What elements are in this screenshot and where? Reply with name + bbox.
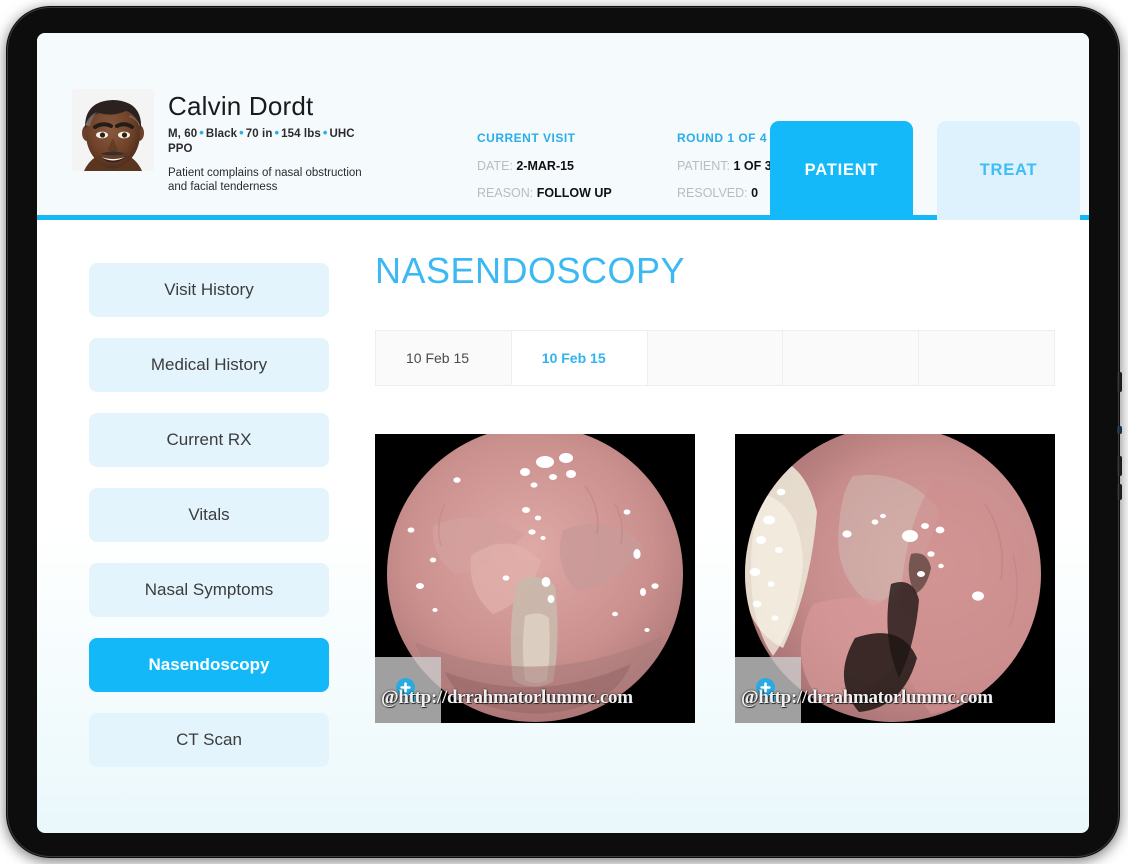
round-resolved-label: RESOLVED: [677,186,752,200]
round-heading-label: ROUND [677,131,724,145]
sidebar-item-ct-scan[interactable]: CT Scan [89,713,329,767]
visit-date-row: DATE: 2-MAR-15 [477,159,612,173]
round-patient-row: PATIENT: 1 OF 3 [677,159,772,173]
sidebar-item-medical-history[interactable]: Medical History [89,338,329,392]
nasendoscopy-image-card-1[interactable]: @http://drrahmatorlummc.com [375,434,695,723]
sidebar-item-visit-history[interactable]: Visit History [89,263,329,317]
app-body: Visit History Medical History Current RX Vi… [37,220,1089,828]
sidebar-item-label: CT Scan [176,730,242,749]
date-tab-2[interactable]: 10 Feb 15 [511,331,648,385]
tablet-screen: Calvin Dordt M, 60 • Black • 70 in • 154 lbs • U… [37,33,1089,833]
bullet-separator-icon: • [274,125,280,140]
sidebar-item-label: Nasendoscopy [148,655,270,674]
visit-reason-label: REASON: [477,186,537,200]
current-visit-heading: CURRENT VISIT [477,131,576,145]
zoom-in-icon [396,678,417,702]
sidebar-item-vitals[interactable]: Vitals [89,488,329,542]
round-patient-label: PATIENT: [677,159,734,173]
round-resolved-row: RESOLVED: 0 [677,186,772,200]
demographic-item: 70 in [245,128,273,140]
patient-complaint: Patient complains of nasal obstruction a… [168,167,362,193]
zoom-in-icon [756,678,777,702]
sidebar-item-nasal-symptoms[interactable]: Nasal Symptoms [89,563,329,617]
round-heading: ROUND 1 OF 4 [677,131,772,145]
avatar [72,89,154,171]
visit-date-label: DATE: [477,159,517,173]
date-tab-3[interactable] [647,331,784,385]
sidebar-item-current-rx[interactable]: Current RX [89,413,329,467]
app-header: Calvin Dordt M, 60 • Black • 70 in • 154 lbs • U… [37,33,1089,220]
zoom-in-button-2[interactable] [735,657,801,723]
nasendoscopy-image-card-2[interactable]: @http://drrahmatorlummc.com [735,434,1055,723]
port-indicator [1117,426,1122,434]
round-column: ROUND 1 OF 4 PATIENT: 1 OF 3 RESOLVED: 0 [677,131,772,213]
volume-down-button[interactable] [1117,484,1122,500]
date-tab-label: 10 Feb 15 [541,350,606,366]
sidebar-item-nasendoscopy[interactable]: Nasendoscopy [89,638,329,692]
volume-up-button[interactable] [1117,456,1122,476]
demographic-item: 154 lbs [281,128,321,140]
bullet-separator-icon: • [322,125,328,140]
patient-name: Calvin Dordt [168,91,314,121]
date-tab-strip: 10 Feb 15 10 Feb 15 [375,330,1055,386]
patient-text-block: Calvin Dordt M, 60 • Black • 70 in • 154 lbs • U… [168,89,383,194]
power-button[interactable] [1117,372,1122,392]
sidebar-nav: Visit History Medical History Current RX Vi… [89,263,329,788]
round-resolved-value: 0 [751,186,759,200]
round-heading-value: 1 OF 4 [727,131,768,145]
bullet-separator-icon: • [199,125,204,140]
date-tab-label: 10 Feb 15 [406,350,470,366]
sidebar-item-label: Nasal Symptoms [144,580,274,599]
patient-summary-block: Calvin Dordt M, 60 • Black • 70 in • 154 lbs • U… [72,89,383,194]
sidebar-item-label: Visit History [164,280,254,299]
tab-patient[interactable]: PATIENT [770,121,913,220]
date-tab-1[interactable]: 10 Feb 15 [376,331,512,385]
current-visit-column: CURRENT VISIT DATE: 2-MAR-15 REASON: FOL… [477,131,612,213]
visit-reason-value: FOLLOW UP [536,186,612,200]
date-tab-4[interactable] [783,331,920,385]
patient-demographics: M, 60 • Black • 70 in • 154 lbs • UHC PPO [168,125,380,157]
date-tab-5[interactable] [919,331,1054,385]
sidebar-item-label: Vitals [188,505,230,524]
tablet-device-frame: Calvin Dordt M, 60 • Black • 70 in • 154 lbs • U… [6,6,1122,858]
tab-treat[interactable]: TREAT [937,121,1080,220]
visit-date-value: 2-MAR-15 [516,159,575,173]
demographic-item: M, 60 [168,128,198,140]
sidebar-item-label: Medical History [150,355,268,374]
bullet-separator-icon: • [239,125,244,140]
visit-reason-row: REASON: FOLLOW UP [477,186,612,200]
sidebar-item-label: Current RX [166,430,252,449]
round-patient-value: 1 OF 3 [733,159,772,173]
zoom-in-button-1[interactable] [375,657,441,723]
page-title: NASENDOSCOPY [375,250,686,291]
nasendoscopy-image-grid: @http://drrahmatorlummc.com @http://drra… [375,434,1055,723]
main-panel: NASENDOSCOPY 10 Feb 15 10 Feb 15 @http:/… [375,250,1055,723]
demographic-item: Black [205,128,238,140]
